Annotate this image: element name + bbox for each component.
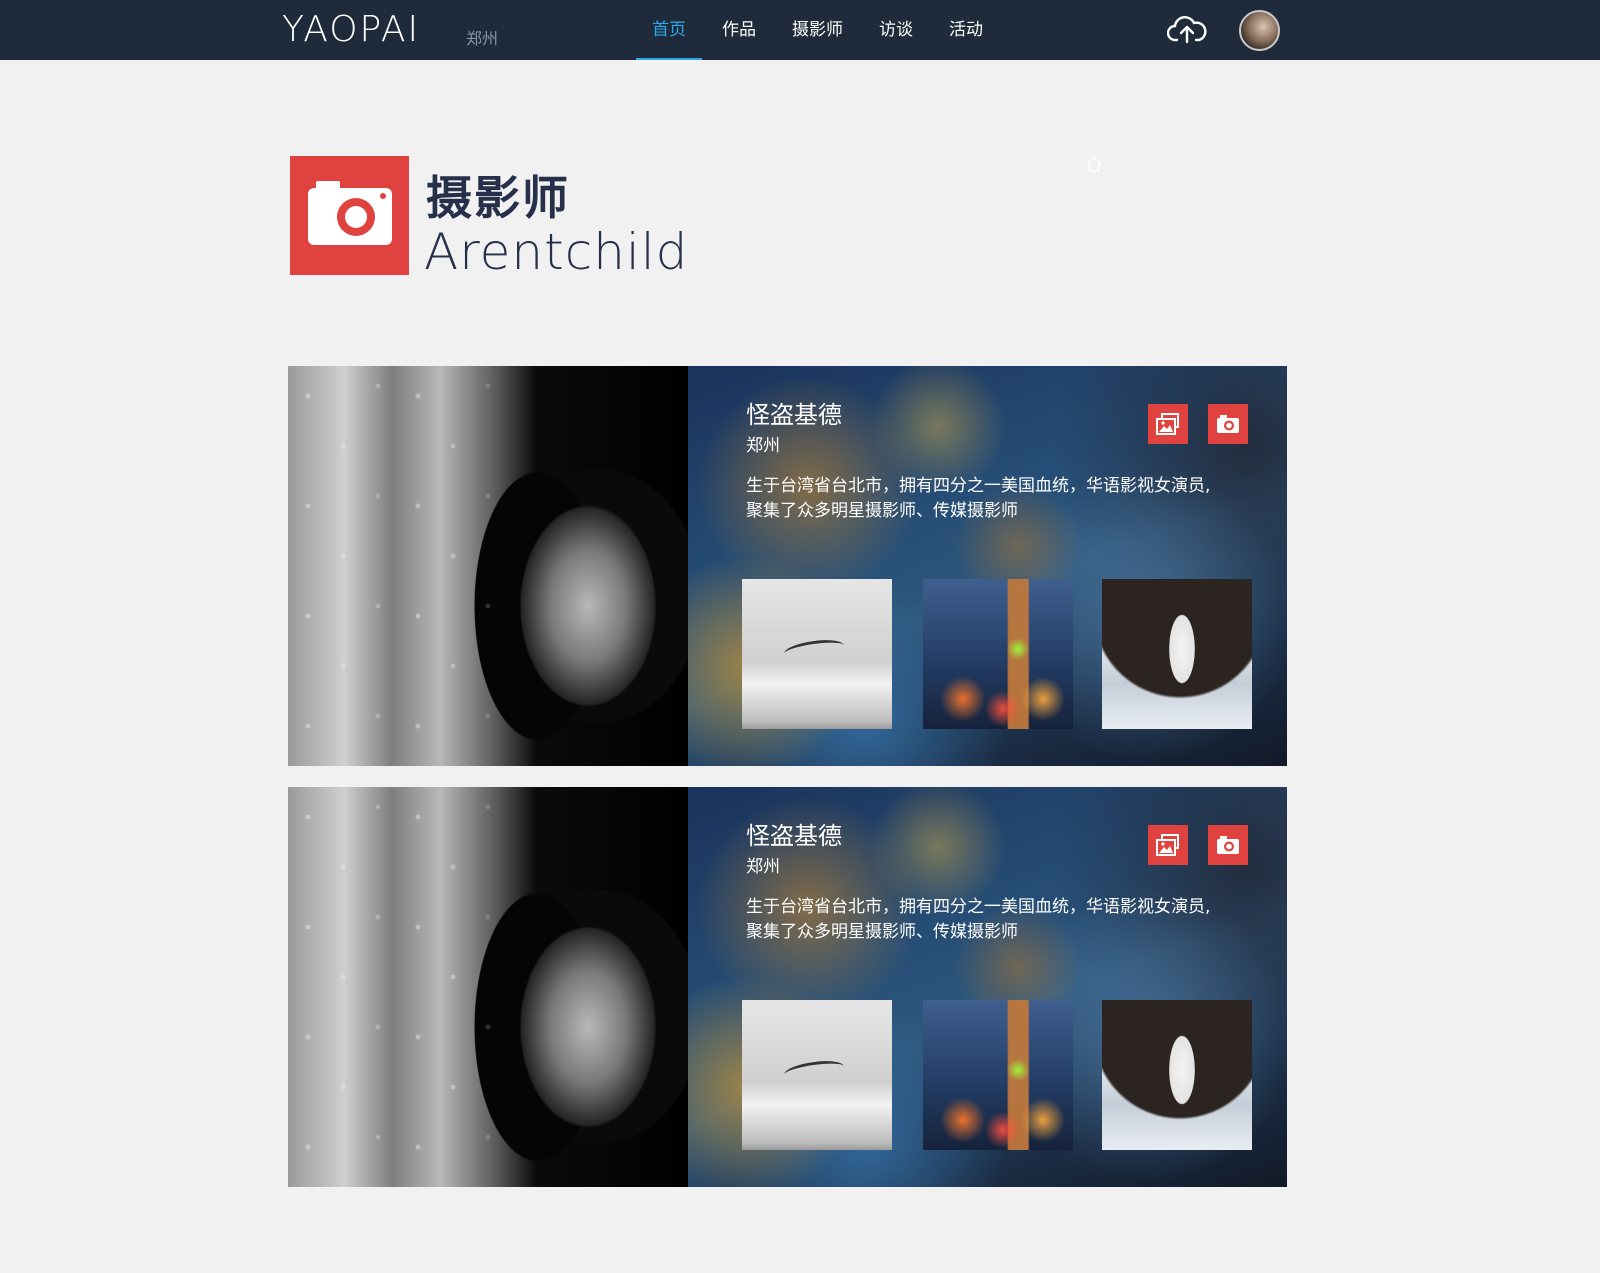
camera-icon bbox=[290, 156, 409, 275]
seagull-photo[interactable] bbox=[742, 1000, 892, 1150]
main-nav: 首页 作品 摄影师 访谈 活动 bbox=[636, 0, 1003, 60]
nav-works[interactable]: 作品 bbox=[706, 0, 772, 60]
photographer-description: 生于台湾省台北市，拥有四分之一美国血统，华语影视女演员,聚集了众多明星摄影师、传… bbox=[746, 476, 1211, 521]
nav-events[interactable]: 活动 bbox=[933, 0, 999, 60]
photographer-description: 生于台湾省台北市，拥有四分之一美国血统，华语影视女演员,聚集了众多明星摄影师、传… bbox=[746, 897, 1211, 942]
home-icon bbox=[1085, 155, 1103, 173]
page-title: 摄影师 bbox=[426, 171, 570, 225]
logo[interactable]: YAOPAI bbox=[282, 10, 420, 50]
photographer-city: 郑州 bbox=[746, 857, 780, 877]
nav-interviews[interactable]: 访谈 bbox=[863, 0, 929, 60]
gallery-button[interactable] bbox=[1148, 404, 1188, 444]
top-bar: YAOPAI 郑州 首页 作品 摄影师 访谈 活动 bbox=[0, 0, 1600, 60]
nav-photographers[interactable]: 摄影师 bbox=[776, 0, 859, 60]
camera-icon bbox=[1217, 836, 1239, 854]
girl-photo[interactable] bbox=[1102, 1000, 1252, 1150]
camera-button[interactable] bbox=[1208, 404, 1248, 444]
portrait-photo bbox=[288, 366, 698, 766]
portrait-photo bbox=[288, 787, 698, 1187]
nav-home[interactable]: 首页 bbox=[636, 0, 702, 60]
big-ben-photo[interactable] bbox=[923, 1000, 1073, 1150]
girl-photo[interactable] bbox=[1102, 579, 1252, 729]
photographer-name[interactable]: 怪盗基德 bbox=[746, 398, 842, 432]
photographer-city: 郑州 bbox=[746, 436, 780, 456]
user-avatar[interactable] bbox=[1239, 10, 1280, 51]
photographer-name[interactable]: 怪盗基德 bbox=[746, 819, 842, 853]
camera-icon bbox=[1217, 415, 1239, 433]
photographer-card[interactable]: 怪盗基德 郑州 生于台湾省台北市，拥有四分之一美国血统，华语影视女演员,聚集了众… bbox=[288, 787, 1287, 1187]
gallery-button[interactable] bbox=[1148, 825, 1188, 865]
big-ben-photo[interactable] bbox=[923, 579, 1073, 729]
seagull-photo[interactable] bbox=[742, 579, 892, 729]
upload-cloud-icon[interactable] bbox=[1166, 12, 1207, 48]
gallery-icon bbox=[1156, 413, 1179, 435]
page-subtitle: Arentchild bbox=[424, 223, 689, 281]
city-selector[interactable]: 郑州 bbox=[466, 25, 498, 49]
gallery-icon bbox=[1156, 834, 1179, 856]
camera-button[interactable] bbox=[1208, 825, 1248, 865]
photographer-card[interactable]: 怪盗基德 郑州 生于台湾省台北市，拥有四分之一美国血统，华语影视女演员,聚集了众… bbox=[288, 366, 1287, 766]
